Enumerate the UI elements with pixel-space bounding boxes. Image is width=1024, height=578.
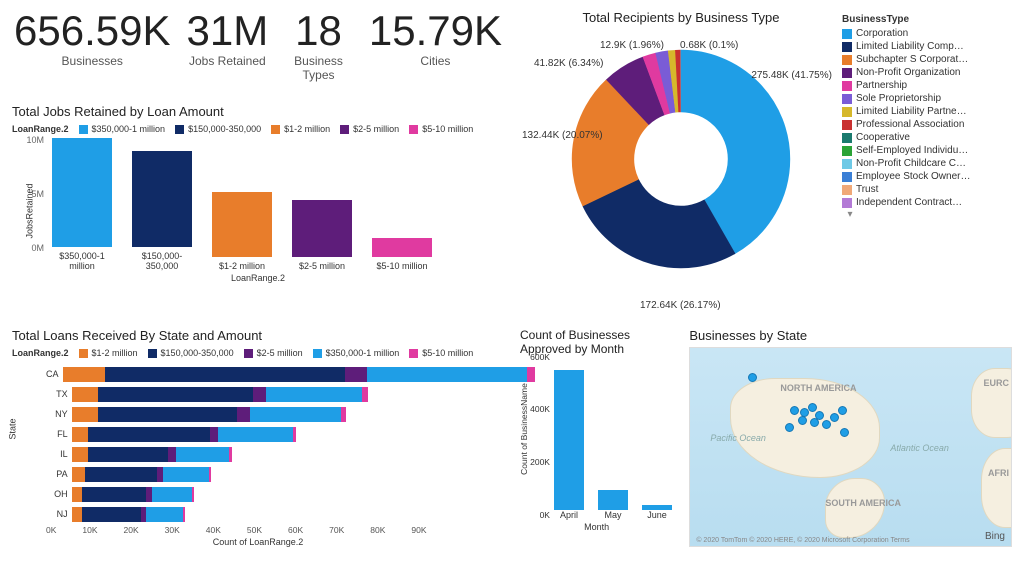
kpi-label: Jobs Retained [186, 54, 268, 68]
map-label-pacific: Pacific Ocean [710, 433, 766, 443]
legend-item[interactable]: Trust [842, 183, 1012, 196]
legend-item[interactable]: Non-Profit Organization [842, 66, 1012, 79]
stacked-bar-row[interactable]: OH [46, 485, 504, 503]
kpi-row: 656.59K Businesses 31M Jobs Retained 18 … [6, 6, 510, 96]
map-canvas[interactable]: NORTH AMERICA SOUTH AMERICA EURC AFRI Pa… [689, 347, 1012, 547]
kpi-value: 15.79K [369, 10, 502, 52]
y-axis-label: JobsRetained [25, 183, 35, 238]
legend-item[interactable]: Corporation [842, 27, 1012, 40]
kpi-jobs: 31M Jobs Retained [186, 10, 268, 92]
x-axis-label: Count of LoanRange.2 [12, 537, 504, 547]
stacked-bar-area: State CATXNYFLILPAOHNJ [12, 365, 504, 523]
bar-chart-area: 0M 5M 10M JobsRetained $350,000-1 millio… [12, 141, 504, 271]
legend-item[interactable]: Cooperative [842, 131, 1012, 144]
legend-item[interactable]: Limited Liability Comp… [842, 40, 1012, 53]
stacked-bar-row[interactable]: CA [46, 365, 504, 383]
slice-label: 12.9K (1.96%) [600, 40, 664, 51]
approved-by-month-chart[interactable]: Count of Businesses Approved by Month 0K… [514, 324, 679, 564]
jobs-by-loan-chart[interactable]: Total Jobs Retained by Loan Amount LoanR… [6, 100, 510, 320]
kpi-label: Cities [369, 54, 502, 68]
legend-item[interactable]: Employee Stock Owner… [842, 170, 1012, 183]
bar[interactable]: $2-5 million [292, 200, 352, 271]
legend-item[interactable]: Non-Profit Childcare C… [842, 157, 1012, 170]
slice-label: 132.44K (20.07%) [522, 130, 603, 141]
legend-item[interactable]: Independent Contract… [842, 196, 1012, 209]
chart-legend: LoanRange.2 $350,000-1 million$150,000-3… [12, 123, 504, 135]
kpi-types: 18 Business Types [284, 10, 353, 92]
y-axis-label: Count of BusinessName [519, 383, 529, 475]
chart-title: Businesses by State [689, 328, 1012, 343]
map-label-eur: EURC [983, 378, 1009, 388]
legend-item[interactable]: Sole Proprietorship [842, 92, 1012, 105]
legend-item[interactable]: Partnership [842, 79, 1012, 92]
y-axis-label: State [8, 418, 18, 439]
loans-by-state-chart[interactable]: Total Loans Received By State and Amount… [6, 324, 510, 564]
legend-field: LoanRange.2 [12, 124, 69, 134]
stacked-bar-row[interactable]: IL [46, 445, 504, 463]
businesses-by-state-map[interactable]: Businesses by State NORTH AMERICA SOUTH … [683, 324, 1018, 564]
stacked-bar-row[interactable]: NJ [46, 505, 504, 523]
kpi-value: 31M [186, 10, 268, 52]
bar[interactable]: May [598, 490, 628, 520]
legend-item[interactable]: Self-Employed Individu… [842, 144, 1012, 157]
kpi-value: 656.59K [14, 10, 170, 52]
map-label-atlantic: Atlantic Ocean [890, 443, 949, 453]
map-credits: © 2020 TomTom © 2020 HERE, © 2020 Micros… [696, 537, 909, 544]
legend-item[interactable]: Subchapter S Corporat… [842, 53, 1012, 66]
kpi-businesses: 656.59K Businesses [14, 10, 170, 92]
slice-label: 0.68K (0.1%) [680, 40, 738, 51]
map-label-af: AFRI [988, 468, 1009, 478]
kpi-cities: 15.79K Cities [369, 10, 502, 92]
bar-chart-area: 0K 200K 400K 600K AprilMayJune [520, 360, 673, 520]
bar[interactable]: $150,000-350,000 [132, 151, 192, 271]
bar[interactable]: April [554, 370, 584, 520]
legend-field: LoanRange.2 [12, 348, 69, 358]
bar[interactable]: June [642, 505, 672, 520]
chart-title: Total Recipients by Business Type [520, 10, 842, 25]
map-label-na: NORTH AMERICA [780, 383, 856, 393]
kpi-label: Business Types [284, 54, 353, 82]
bar[interactable]: $350,000-1 million [52, 138, 112, 271]
bar[interactable]: $5-10 million [372, 238, 432, 271]
slice-label: 41.82K (6.34%) [534, 58, 604, 69]
chart-title: Total Loans Received By State and Amount [12, 328, 504, 343]
donut-legend: BusinessType CorporationLimited Liabilit… [842, 10, 1012, 316]
legend-item[interactable]: Limited Liability Partne… [842, 105, 1012, 118]
kpi-label: Businesses [14, 54, 170, 68]
bing-logo: Bing [985, 531, 1005, 542]
legend-title: BusinessType [842, 14, 1012, 25]
chart-legend: LoanRange.2 $1-2 million$150,000-350,000… [12, 347, 504, 359]
chart-title: Total Jobs Retained by Loan Amount [12, 104, 504, 119]
kpi-value: 18 [284, 10, 353, 52]
stacked-bar-row[interactable]: FL [46, 425, 504, 443]
stacked-bar-row[interactable]: TX [46, 385, 504, 403]
slice-label: 172.64K (26.17%) [640, 300, 721, 311]
slice-label: 275.48K (41.75%) [751, 70, 832, 81]
x-axis-label: LoanRange.2 [12, 273, 504, 283]
legend-item[interactable]: Professional Association [842, 118, 1012, 131]
stacked-bar-row[interactable]: NY [46, 405, 504, 423]
donut-chart[interactable]: Total Recipients by Business Type 275.48… [514, 6, 1018, 320]
bar[interactable]: $1-2 million [212, 192, 272, 271]
chevron-down-icon[interactable]: ▾ [842, 209, 858, 220]
x-axis-ticks: 0K10K20K30K40K50K60K70K80K90K [12, 525, 504, 535]
x-axis-label: Month [520, 522, 673, 532]
stacked-bar-row[interactable]: PA [46, 465, 504, 483]
map-label-sa: SOUTH AMERICA [825, 498, 901, 508]
